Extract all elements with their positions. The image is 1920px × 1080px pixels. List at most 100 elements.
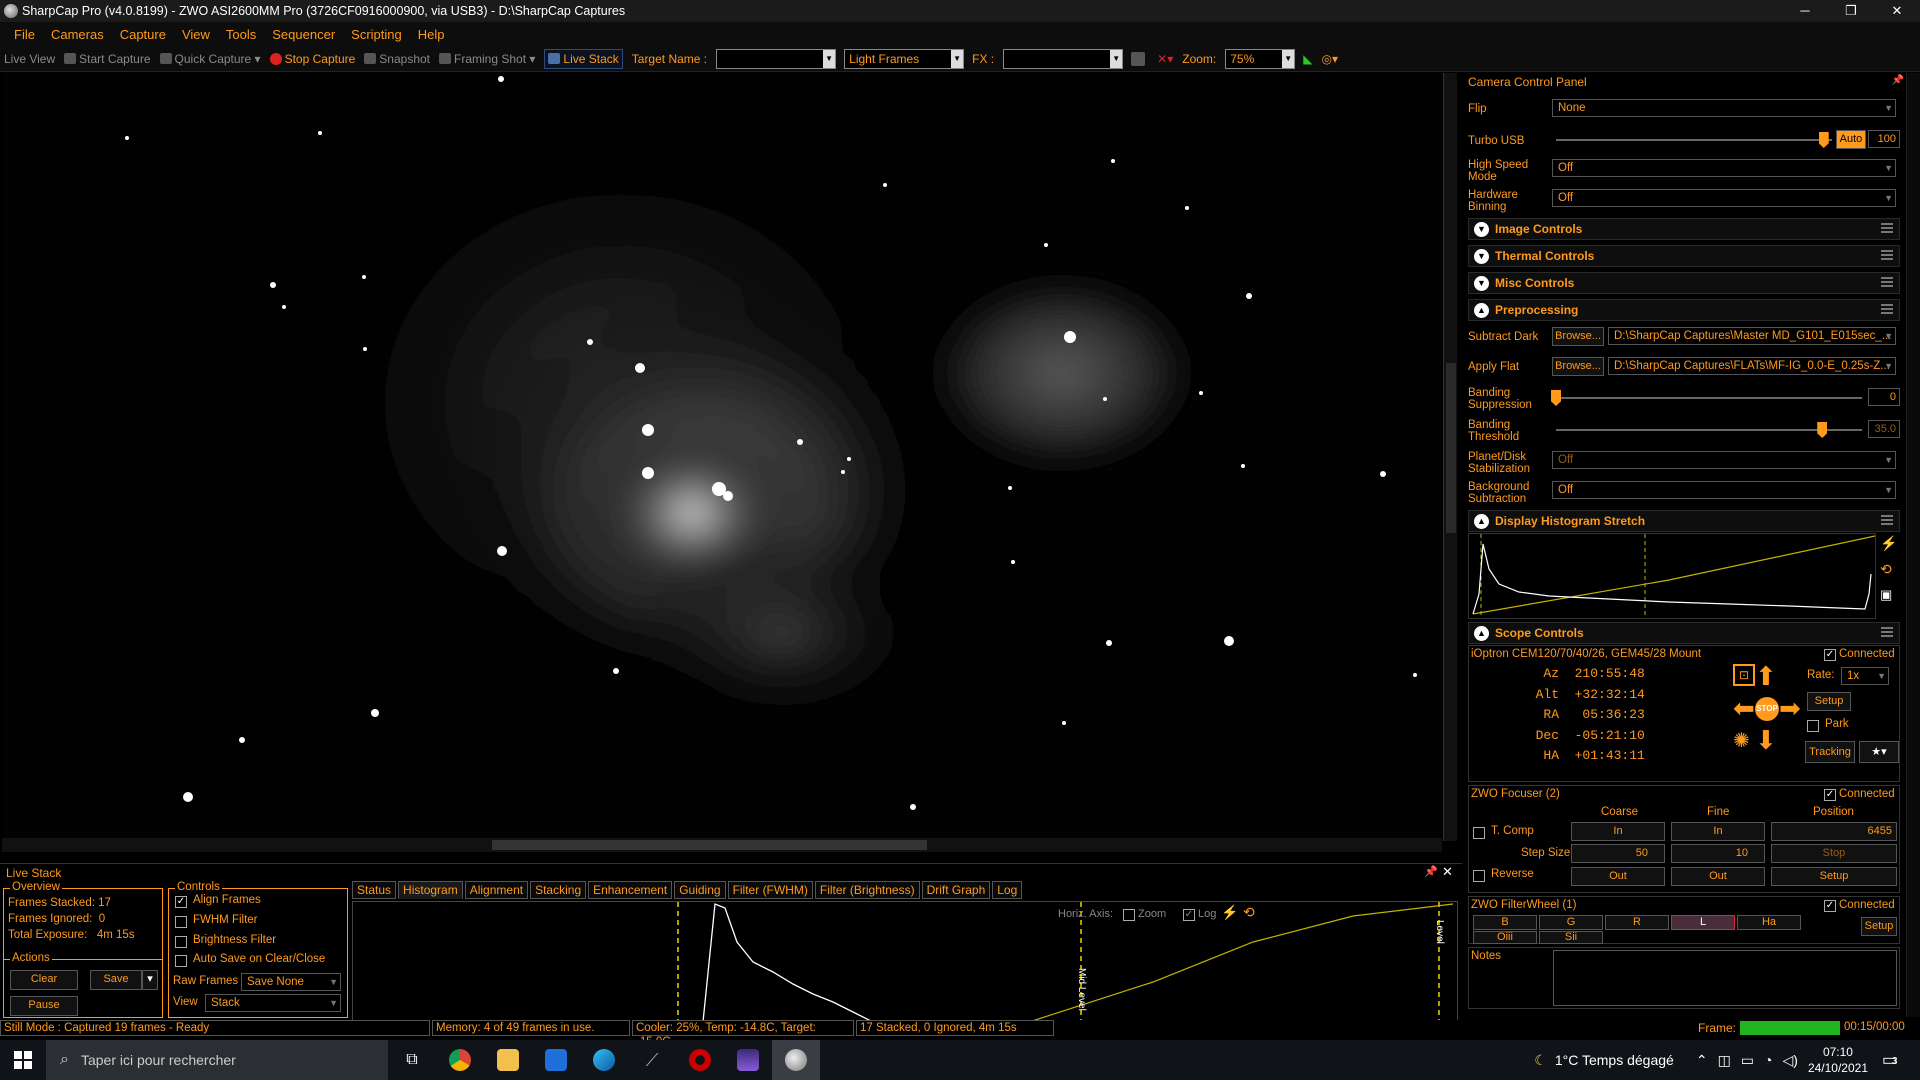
image-horizontal-scrollbar[interactable] [2,838,1442,852]
tab-guiding[interactable]: Guiding [674,881,726,899]
zoom-select[interactable]: 75% ▼ [1225,48,1296,69]
close-icon[interactable]: ✕ [1442,864,1453,880]
clear-button[interactable]: Clear [10,970,78,990]
network-icon[interactable]: ◫ [1718,1052,1731,1069]
live-view-button[interactable]: Live View [4,52,55,66]
stop-slew-button[interactable]: STOP [1755,697,1779,721]
filter-l-button[interactable]: L [1671,915,1735,930]
filter-oiii-button[interactable]: Oiii [1473,931,1537,944]
minimize-button[interactable]: ─ [1782,0,1828,22]
scope-setup-button[interactable]: Setup [1807,692,1851,711]
banding-suppression-value[interactable]: 0 [1868,388,1900,406]
task-view-icon[interactable]: ⧉ [388,1040,436,1080]
notes-textarea[interactable] [1553,950,1897,1006]
arrow-right-icon[interactable]: ➡ [1779,695,1801,721]
zoom-checkbox[interactable] [1123,909,1135,921]
planet-stabilization-select[interactable]: Off ▼ [1552,451,1896,469]
chrome-icon[interactable] [436,1040,484,1080]
turbo-usb-slider-handle[interactable] [1818,132,1829,148]
focuser-setup-button[interactable]: Setup [1771,867,1897,886]
tab-status[interactable]: Status [352,881,397,899]
arrow-down-icon[interactable]: ⬇ [1755,727,1777,753]
arrow-up-icon[interactable]: ⬆ [1755,663,1777,689]
tab-drift-graph[interactable]: Drift Graph [921,881,991,899]
preprocessing-section[interactable]: ▲ Preprocessing [1468,299,1900,321]
record-icon[interactable] [1131,51,1148,66]
tcomp-checkbox[interactable] [1473,827,1485,839]
menu-file[interactable]: File [14,27,35,42]
hardware-binning-select[interactable]: Off ▼ [1552,189,1896,207]
focuser-position-value[interactable]: 6455 [1771,822,1897,841]
turbo-usb-value[interactable]: 100 [1868,130,1900,148]
fine-out-button[interactable]: Out [1671,867,1765,886]
pin-icon[interactable]: 📌 [1424,865,1438,878]
pin-icon[interactable]: 📌 [1892,75,1904,86]
snapshot-button[interactable]: Snapshot [364,52,430,66]
red-app-icon[interactable] [676,1040,724,1080]
menu-scripting[interactable]: Scripting [351,27,402,42]
home-target-icon[interactable]: ✺ [1733,730,1750,752]
background-subtraction-select[interactable]: Off ▼ [1552,481,1896,499]
start-capture-button[interactable]: Start Capture [64,52,151,66]
image-viewport[interactable] [2,73,1442,837]
menu-capture[interactable]: Capture [120,27,166,42]
menu-icon[interactable] [1881,250,1893,260]
misc-controls-section[interactable]: ▼ Misc Controls [1468,272,1900,294]
mail-icon[interactable] [532,1040,580,1080]
pause-button[interactable]: Pause [10,996,78,1016]
view-select[interactable]: Stack ▼ [205,994,341,1012]
banding-threshold-handle[interactable] [1817,422,1828,438]
coarse-in-button[interactable]: In [1571,822,1665,841]
menu-cameras[interactable]: Cameras [51,27,104,42]
apply-flat-browse-button[interactable]: Browse... [1552,357,1604,376]
filter-sii-button[interactable]: Sii [1539,931,1603,944]
magnifier-icon[interactable]: ◎▾ [1321,52,1338,66]
menu-icon[interactable] [1881,277,1893,287]
tab-enhancement[interactable]: Enhancement [588,881,673,899]
filterwheel-connected-checkbox[interactable]: ✓ [1824,900,1836,912]
live-stack-histogram[interactable]: Horiz. Axis: Zoom ✓ Log ⚡ ⟲ Mid Level Le… [352,901,1458,1021]
menu-icon[interactable] [1881,515,1893,525]
filterwheel-setup-button[interactable]: Setup [1861,917,1897,936]
thermal-controls-section[interactable]: ▼ Thermal Controls [1468,245,1900,267]
target-name-input[interactable]: ▼ [716,48,837,69]
notifications-icon[interactable]: ▭ 3 [1882,1050,1912,1070]
align-frames-checkbox[interactable]: ✓ [175,896,187,908]
edge-icon[interactable] [580,1040,628,1080]
windows-start-icon[interactable] [0,1040,46,1080]
brightness-filter-checkbox[interactable] [175,936,187,948]
coarse-out-button[interactable]: Out [1571,867,1665,886]
reverse-checkbox[interactable] [1473,870,1485,882]
scope-connected-checkbox[interactable]: ✓ [1824,649,1836,661]
image-controls-section[interactable]: ▼ Image Controls [1468,218,1900,240]
sharpcap-taskbar-icon[interactable] [772,1040,820,1080]
stop-capture-button[interactable]: Stop Capture [269,52,355,66]
fx-select[interactable]: ▼ [1003,48,1124,69]
maximize-button[interactable]: ❐ [1828,0,1874,22]
taskbar-search-box[interactable]: ⌕ Taper ici pour rechercher [46,1040,388,1080]
chevron-up-icon[interactable]: ⌃ [1696,1052,1708,1069]
rate-select[interactable]: 1x ▼ [1841,667,1889,685]
scope-controls-section[interactable]: ▲ Scope Controls [1468,622,1900,644]
apply-flat-select[interactable]: D:\SharpCap Captures\FLATs\MF-IG_0.0-E_0… [1608,357,1896,375]
panel-scrollbar[interactable] [1906,73,1920,1017]
filter-ha-button[interactable]: Ha [1737,915,1801,930]
banding-threshold-value[interactable]: 35.0 [1868,420,1900,438]
quick-capture-button[interactable]: Quick Capture ▾ [159,52,261,66]
banding-suppression-slider[interactable] [1556,397,1862,399]
raw-frames-select[interactable]: Save None ▼ [241,973,341,991]
histogram-icon[interactable]: ◣ [1303,52,1312,66]
filter-r-button[interactable]: R [1605,915,1669,930]
menu-icon[interactable] [1881,304,1893,314]
lightning-icon[interactable]: ⚡ [1221,904,1238,921]
filter-b-button[interactable]: B [1473,915,1537,930]
focuser-stop-button[interactable]: Stop [1771,844,1897,863]
file-explorer-icon[interactable] [484,1040,532,1080]
reset-icon[interactable]: ⟲ [1880,561,1898,587]
menu-icon[interactable] [1881,627,1893,637]
tracking-mode-star-icon[interactable]: ★▾ [1859,741,1899,763]
reticle-icon[interactable]: ✕▾ [1157,52,1173,66]
high-speed-mode-select[interactable]: Off ▼ [1552,159,1896,177]
menu-icon[interactable] [1881,223,1893,233]
save-dropdown-chevron-icon[interactable]: ▾ [142,970,158,990]
